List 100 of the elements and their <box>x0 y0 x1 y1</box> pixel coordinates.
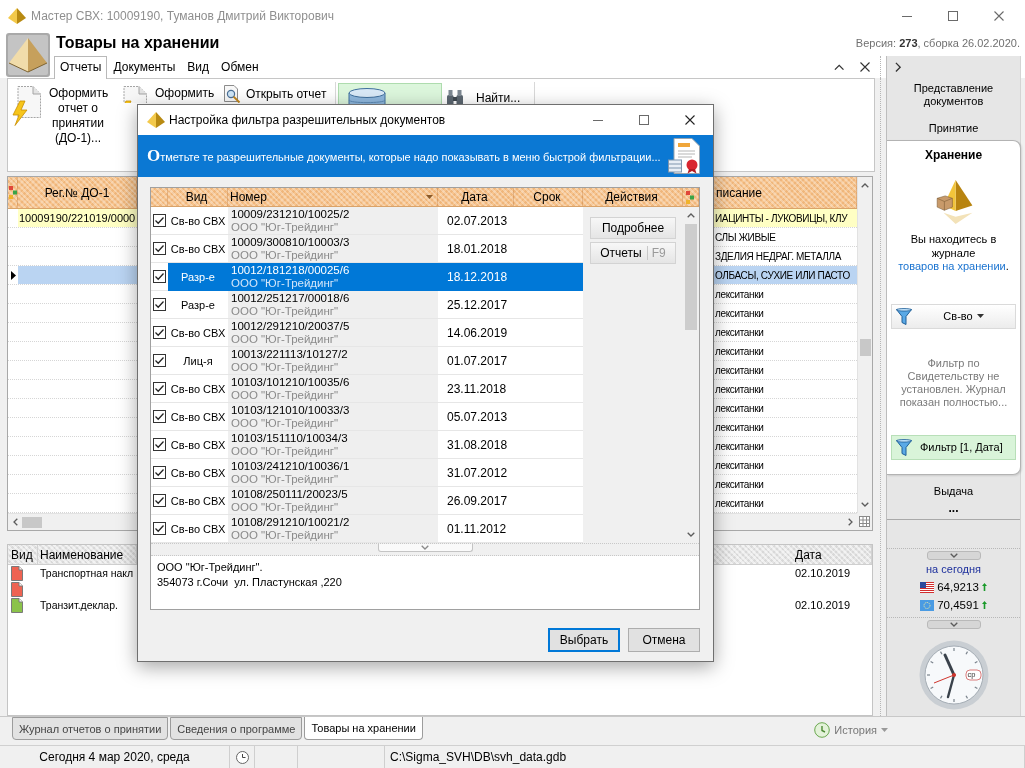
table-cell-text: Св-во СВХ <box>169 465 227 481</box>
checkbox[interactable] <box>153 298 166 311</box>
table-cell-text: 01.07.2017 <box>446 352 509 370</box>
window-title: Мастер СВХ: 10009190, Туманов Дмитрий Викторович <box>31 9 334 23</box>
dialog-button[interactable]: Отмена <box>628 628 700 652</box>
banner-text: Отметьте те разрешительные документы, которые надо показывать в меню быстрой фильтрации... <box>147 146 661 166</box>
vertical-scrollbar[interactable] <box>857 177 872 513</box>
table-cell: ИАЦИНТЫ - ЛУКОВИЦЫ, КЛУ <box>714 209 857 227</box>
company-name: ООО "Юг-Трейдинг" <box>231 333 340 346</box>
document-number: 10012/181218/00025/6 <box>231 264 351 277</box>
rate-value: 64,9213 <box>937 581 979 593</box>
filter-menu-button[interactable]: Св-во <box>891 303 1016 329</box>
action-button[interactable]: Подробнее <box>590 217 676 239</box>
ribbon-button[interactable]: Открыть отчет <box>220 84 334 104</box>
table-settings-icon <box>859 516 870 527</box>
collapse-handle[interactable] <box>926 551 981 560</box>
filter-note: Фильтр по Свидетельству не установлен. Журнал показан полностью... <box>898 356 1009 409</box>
checkbox[interactable] <box>153 382 166 395</box>
table-cell-text: Св-во СВХ <box>169 437 227 453</box>
checkbox[interactable] <box>153 354 166 367</box>
column-header[interactable]: Срок <box>533 190 561 204</box>
company-name: ООО "Юг-Трейдинг" <box>231 445 340 458</box>
maximize-icon <box>948 11 958 21</box>
minimize-icon <box>902 15 912 17</box>
menu-tab[interactable]: Обмен <box>215 57 265 78</box>
document-number: 10103/121010/10033/3 <box>231 404 351 417</box>
document-number: 10103/151110/10034/3 <box>231 432 349 445</box>
column-header[interactable]: Рег.№ ДО-1 <box>18 177 137 208</box>
menu-tab[interactable]: Отчеты <box>54 56 108 79</box>
history-icon <box>814 722 831 738</box>
history-button[interactable]: История <box>814 721 888 739</box>
table-cell-text: 18.12.2018 <box>446 268 509 286</box>
menu-tab[interactable]: Вид <box>181 57 216 78</box>
checkbox[interactable] <box>153 326 166 339</box>
column-header[interactable]: Дата <box>714 545 872 564</box>
column-header[interactable]: Номер <box>230 190 267 204</box>
ribbon-button[interactable]: Оформить отчет о принятии (ДО-1)... <box>8 81 114 169</box>
document-tab[interactable]: Товары на хранении <box>304 717 423 740</box>
chevron-down-icon <box>949 553 958 558</box>
column-header[interactable]: Вид <box>8 545 38 564</box>
checkbox[interactable] <box>153 410 166 423</box>
vertical-scrollbar[interactable] <box>683 207 699 543</box>
status-date: Сегодня 4 мар 2020, среда <box>39 750 190 764</box>
flag-icon <box>920 581 935 593</box>
location-text: Вы находитесь в журнале товаров на хранении. <box>897 233 1010 274</box>
chevron-up-icon <box>687 213 695 218</box>
checkbox[interactable] <box>153 214 166 227</box>
table-row[interactable]: Лиц-я 10013/221113/10127/2 ООО "Юг-Трейдинг" 01.07.2017 <box>168 347 583 375</box>
document-number: 10108/250111/20023/5 <box>231 488 349 501</box>
company-name: ООО "Юг-Трейдинг" <box>231 305 340 318</box>
close-tab-button[interactable] <box>858 60 872 74</box>
column-header[interactable]: Действия <box>605 190 658 204</box>
table-cell-text: 05.07.2013 <box>446 408 509 426</box>
section-title: Хранение <box>924 147 983 163</box>
checkbox[interactable] <box>153 438 166 451</box>
checkbox[interactable] <box>153 522 166 535</box>
table-cell-text: Св-во СВХ <box>169 409 227 425</box>
column-header[interactable]: Наименование <box>38 545 137 564</box>
section-tab[interactable]: Выдача <box>887 480 1020 502</box>
scrollbar-thumb[interactable] <box>859 339 871 356</box>
table-row[interactable]: Разр-е 10012/181218/00025/6 ООО "Юг-Трейдинг" 18.12.2018 <box>168 263 583 291</box>
action-button[interactable]: Отчеты F9 <box>590 242 676 264</box>
journal-link[interactable]: товаров на хранении <box>898 260 1006 272</box>
company-name: ООО "Юг-Трейдинг" <box>231 361 340 374</box>
table-cell-text: Св-во СВХ <box>169 381 227 397</box>
splitter-handle[interactable] <box>377 544 473 552</box>
scrollbar-thumb[interactable] <box>22 516 42 528</box>
document-tab[interactable]: Журнал отчетов о принятии <box>12 717 169 740</box>
menu-tab[interactable]: Документы <box>107 57 182 78</box>
table-cell-text: 26.09.2017 <box>446 492 509 510</box>
filter-toggle-button[interactable] <box>338 83 442 104</box>
column-header[interactable]: писание <box>714 177 857 208</box>
table-cell-text: Транспортная накл <box>39 567 135 579</box>
close-icon <box>685 115 695 125</box>
funnel-icon <box>896 307 912 325</box>
column-header[interactable]: Вид <box>185 190 208 204</box>
collapse-handle[interactable] <box>926 620 981 629</box>
checkbox[interactable] <box>153 242 166 255</box>
company-name: ООО "Юг-Трейдинг" <box>231 501 340 514</box>
column-settings-icon <box>8 186 17 199</box>
table-row[interactable]: Разр-е 10012/251217/00018/6 ООО "Юг-Трейдинг" 25.12.2017 <box>168 291 583 319</box>
scrollbar-thumb[interactable] <box>685 224 697 330</box>
chevron-right-icon <box>847 518 853 526</box>
checkbox[interactable] <box>153 466 166 479</box>
document-number: 10108/291210/10021/2 <box>231 516 351 529</box>
filter-status-button[interactable]: Фильтр [1, Дата] <box>891 434 1016 460</box>
maximize-icon <box>639 115 649 125</box>
table-cell-text: Разр-е <box>180 269 216 285</box>
table-cell-text: Св-во СВХ <box>169 493 227 509</box>
document-number: 10012/291210/20037/5 <box>231 320 351 333</box>
column-header[interactable]: Дата <box>461 190 488 204</box>
section-tab[interactable]: Принятие <box>887 117 1020 139</box>
checkbox[interactable] <box>153 494 166 507</box>
page-title: Товары на хранении <box>56 34 220 52</box>
chevron-up-icon <box>833 63 844 71</box>
table-cell-text: Св-во СВХ <box>169 521 227 537</box>
column-settings-button[interactable] <box>8 177 18 208</box>
dialog-button[interactable]: Выбрать <box>548 628 620 652</box>
document-tab[interactable]: Сведения о программе <box>170 717 303 740</box>
checkbox[interactable] <box>153 270 166 283</box>
